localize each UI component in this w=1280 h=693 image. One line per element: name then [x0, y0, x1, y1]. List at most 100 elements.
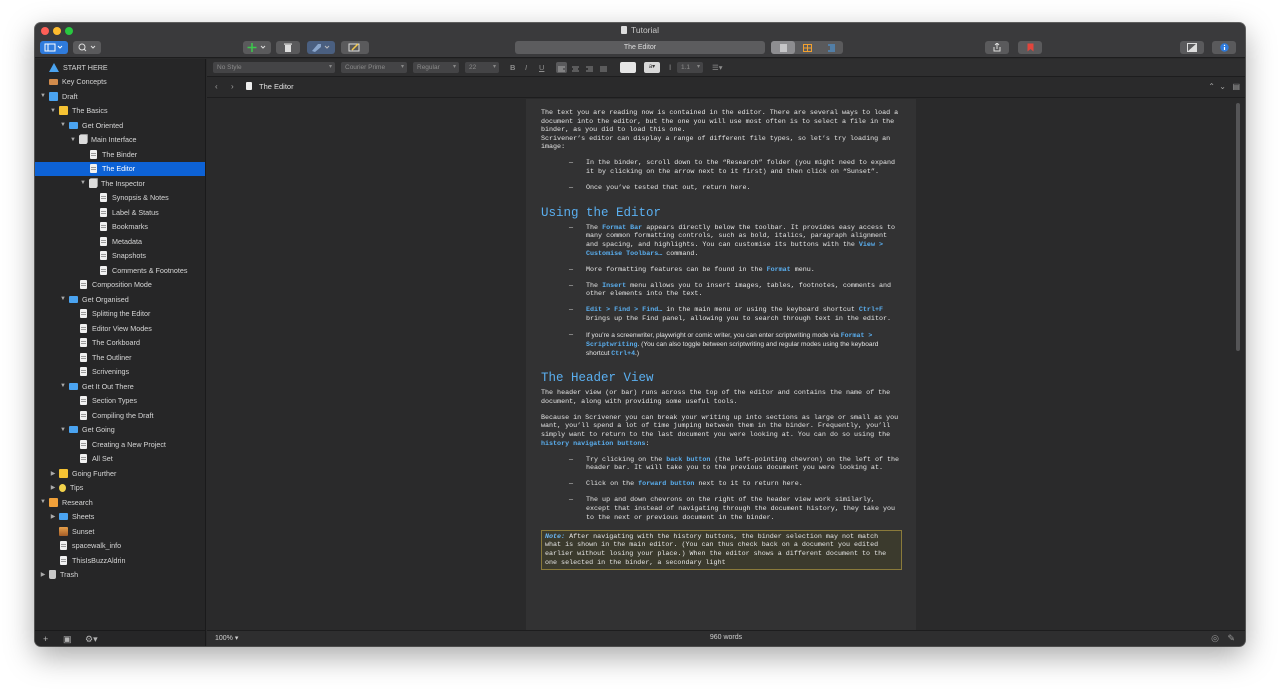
binder-item[interactable]: Splitting the Editor	[35, 307, 205, 322]
font-size-select[interactable]: 22	[465, 62, 499, 73]
binder-item[interactable]: The Editor	[35, 161, 205, 176]
view-mode-segmented[interactable]	[771, 41, 843, 54]
italic-button[interactable]: I	[525, 63, 527, 72]
binder-item[interactable]: ▼ Draft	[35, 89, 205, 104]
binder-item[interactable]: ▼ The Basics	[35, 104, 205, 119]
binder-item[interactable]: Compiling the Draft	[35, 408, 205, 423]
share-button[interactable]	[985, 41, 1009, 54]
disclosure-open-icon[interactable]: ▼	[59, 122, 67, 128]
previous-document-chevron-icon[interactable]: ⌃	[1208, 82, 1215, 91]
binder-item[interactable]: Label & Status	[35, 205, 205, 220]
header-title: The Editor	[259, 82, 294, 91]
add-item-icon[interactable]: +	[43, 634, 48, 644]
binder-item[interactable]: ▶ Going Further	[35, 466, 205, 481]
bold-button[interactable]: B	[510, 63, 515, 72]
compose-button[interactable]	[341, 41, 369, 54]
corkboard-view-button[interactable]	[795, 41, 819, 54]
binder-item-label: Tips	[70, 483, 84, 493]
line-spacing-select[interactable]: 1.1	[677, 62, 703, 73]
binder-item[interactable]: The Binder	[35, 147, 205, 162]
target-icon[interactable]: ◎	[1211, 633, 1219, 644]
disclosure-open-icon[interactable]: ▼	[39, 93, 47, 99]
editor-page[interactable]: The text you are reading now is containe…	[526, 99, 916, 630]
disclosure-open-icon[interactable]: ▼	[79, 180, 87, 186]
binder-item[interactable]: Bookmarks	[35, 220, 205, 235]
disclosure-closed-icon[interactable]: ▶	[49, 484, 57, 491]
composition-icon	[1187, 43, 1197, 52]
font-weight-select[interactable]: Regular	[413, 62, 459, 73]
outliner-view-button[interactable]	[819, 41, 843, 54]
label-button[interactable]	[307, 41, 335, 54]
style-select[interactable]: No Style	[213, 62, 335, 73]
justify-button[interactable]	[598, 62, 609, 73]
binder-item[interactable]: START HERE	[35, 60, 205, 75]
binder-item[interactable]: Scrivenings	[35, 365, 205, 380]
align-right-button[interactable]	[584, 62, 595, 73]
binder-item-label: Sheets	[72, 512, 95, 522]
add-folder-icon[interactable]: ▣	[63, 634, 72, 645]
disclosure-open-icon[interactable]: ▼	[59, 296, 67, 302]
binder-item[interactable]: ▼ Get Organised	[35, 292, 205, 307]
binder-item[interactable]: ▶ Tips	[35, 481, 205, 496]
binder-item[interactable]: Synopsis & Notes	[35, 191, 205, 206]
next-document-chevron-icon[interactable]: ⌄	[1219, 82, 1226, 91]
forward-chevron-icon[interactable]: ›	[231, 82, 234, 91]
binder-item[interactable]: ▼ The Inspector	[35, 176, 205, 191]
binder-item[interactable]: All Set	[35, 452, 205, 467]
align-left-button[interactable]	[556, 62, 567, 73]
editor-scrollbar[interactable]	[1236, 103, 1240, 351]
document-title-field[interactable]: The Editor	[515, 41, 765, 54]
disclosure-open-icon[interactable]: ▼	[49, 108, 57, 114]
gear-icon[interactable]: ⚙▾	[85, 634, 98, 645]
split-editor-icon[interactable]: ▤	[1232, 82, 1240, 91]
quick-search-button[interactable]	[73, 41, 101, 54]
back-chevron-icon[interactable]: ‹	[215, 82, 218, 91]
binder-item[interactable]: spacewalk_info	[35, 539, 205, 554]
binder-item[interactable]: ▶ Sheets	[35, 510, 205, 525]
binder-item[interactable]: ▶ Trash	[35, 568, 205, 583]
binder-item[interactable]: Editor View Modes	[35, 321, 205, 336]
binder-item[interactable]: Creating a New Project	[35, 437, 205, 452]
disclosure-open-icon[interactable]: ▼	[69, 137, 77, 143]
composition-mode-button[interactable]	[1180, 41, 1204, 54]
disclosure-open-icon[interactable]: ▼	[39, 499, 47, 505]
binder-item[interactable]: Metadata	[35, 234, 205, 249]
inspector-button[interactable]	[1212, 41, 1236, 54]
binder-item[interactable]: Key Concepts	[35, 75, 205, 90]
document-icon	[100, 251, 107, 261]
disclosure-closed-icon[interactable]: ▶	[49, 513, 57, 520]
binder-item-label: Composition Mode	[92, 280, 152, 290]
trash-button[interactable]	[276, 41, 300, 54]
view-mode-button[interactable]	[40, 41, 68, 54]
list-icon[interactable]: ☰▾	[712, 63, 723, 72]
binder-item[interactable]: Composition Mode	[35, 278, 205, 293]
binder-item[interactable]: ▼ Get Going	[35, 423, 205, 438]
add-document-button[interactable]	[243, 41, 271, 54]
underline-button[interactable]: U	[539, 63, 544, 72]
disclosure-open-icon[interactable]: ▼	[59, 427, 67, 433]
binder-item[interactable]: Snapshots	[35, 249, 205, 264]
binder-item[interactable]: ▼ Get Oriented	[35, 118, 205, 133]
disclosure-closed-icon[interactable]: ▶	[49, 470, 57, 477]
binder-item[interactable]: ▼ Get It Out There	[35, 379, 205, 394]
scrivenings-view-button[interactable]	[771, 41, 795, 54]
binder-item[interactable]: Comments & Footnotes	[35, 263, 205, 278]
align-center-button[interactable]	[570, 62, 581, 73]
document-icon	[80, 410, 87, 420]
highlight-button[interactable]: a▾	[644, 62, 660, 73]
binder-item[interactable]: Sunset	[35, 524, 205, 539]
disclosure-closed-icon[interactable]: ▶	[39, 571, 47, 578]
binder-item[interactable]: ▼ Main Interface	[35, 133, 205, 148]
binder-item[interactable]: ▼ Research	[35, 495, 205, 510]
disclosure-open-icon[interactable]: ▼	[59, 383, 67, 389]
binder-item[interactable]: The Outliner	[35, 350, 205, 365]
binder-item[interactable]: The Corkboard	[35, 336, 205, 351]
font-family-select[interactable]: Courier Prime	[341, 62, 407, 73]
paragraph: Because in Scrivener you can break your …	[541, 413, 899, 448]
binder-item[interactable]: ThisIsBuzzAldrin	[35, 553, 205, 568]
bookmark-button[interactable]	[1018, 41, 1042, 54]
binder-item-label: The Basics	[72, 106, 108, 116]
binder-item[interactable]: Section Types	[35, 394, 205, 409]
text-color-button[interactable]	[620, 62, 636, 73]
edit-note-icon[interactable]: ✎	[1227, 633, 1235, 644]
